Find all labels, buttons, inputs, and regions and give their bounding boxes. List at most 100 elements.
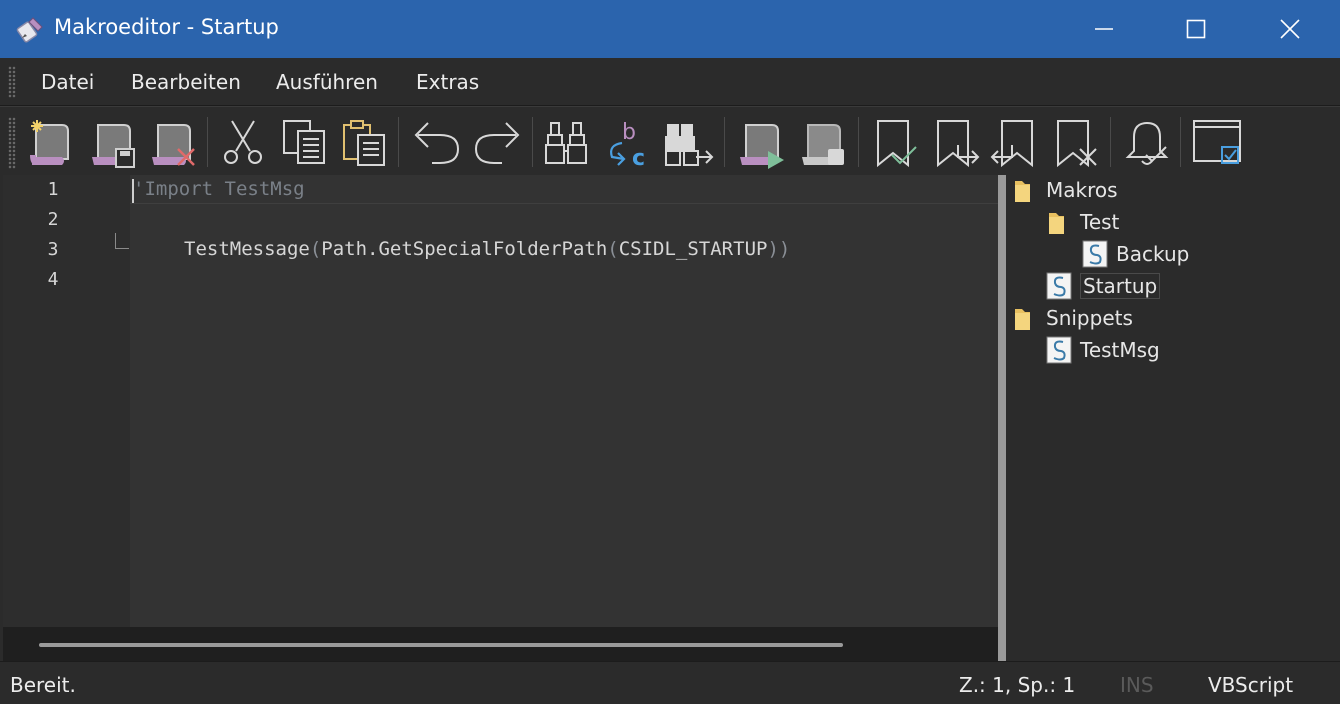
status-cursor-position: Z.: 1, Sp.: 1	[959, 673, 1076, 697]
redo-icon	[474, 122, 520, 164]
menu-bearbeiten[interactable]: Bearbeiten	[131, 70, 241, 94]
options-icon	[1193, 120, 1241, 164]
paste-icon	[343, 120, 385, 166]
script-icon	[1046, 336, 1072, 364]
maximize-button[interactable]	[1150, 0, 1242, 58]
copy-icon	[283, 120, 325, 164]
tree-node-label: Backup	[1116, 242, 1190, 266]
menu-grip[interactable]	[8, 66, 16, 98]
tree-node-label: Startup	[1080, 273, 1161, 299]
find-button[interactable]	[540, 115, 594, 169]
panel-splitter[interactable]	[998, 175, 1006, 661]
fold-marker[interactable]	[115, 233, 129, 249]
horizontal-scrollbar[interactable]	[3, 627, 998, 661]
stop-macro-icon	[802, 124, 844, 165]
toolbar-separator	[1110, 117, 1111, 167]
menu-extras[interactable]: Extras	[416, 70, 479, 94]
tree-node-label: TestMsg	[1080, 338, 1160, 362]
svg-text:b: b	[622, 120, 636, 145]
maximize-icon	[1186, 19, 1206, 39]
script-icon	[1046, 272, 1072, 300]
save-macro-button[interactable]	[86, 115, 140, 169]
code-line-3[interactable]: TestMessage(Path.GetSpecialFolderPath(CS…	[184, 238, 790, 260]
bookmark-next-icon	[937, 120, 980, 168]
script-icon	[1082, 240, 1108, 268]
tree-node-makros[interactable]: Makros	[1012, 175, 1118, 205]
folder-icon	[1049, 213, 1064, 234]
tree-node-test[interactable]: Test	[1046, 207, 1119, 237]
status-language[interactable]: VBScript	[1208, 673, 1293, 697]
window-title: Makroeditor - Startup	[54, 15, 279, 39]
find-next-button[interactable]	[662, 115, 716, 169]
redo-button[interactable]	[470, 115, 524, 169]
code-argument: Path.GetSpecialFolderPath	[321, 238, 608, 260]
tree-node-startup[interactable]: Startup	[1046, 271, 1161, 301]
replace-icon: b c	[610, 120, 645, 169]
toolbar-separator	[532, 117, 533, 167]
minimize-button[interactable]	[1058, 0, 1150, 58]
code-function: TestMessage	[184, 238, 310, 260]
toolbar-separator	[724, 117, 725, 167]
bookmark-clear-icon	[1057, 120, 1097, 168]
close-button[interactable]	[1244, 0, 1336, 58]
line-number: 1	[47, 179, 59, 200]
notification-button[interactable]	[1120, 115, 1174, 169]
save-macro-icon	[92, 124, 135, 168]
title-bar: Makroeditor - Startup	[0, 0, 1340, 58]
line-number: 2	[47, 209, 59, 230]
line-number: 3	[47, 239, 59, 260]
copy-button[interactable]	[278, 115, 332, 169]
run-macro-icon	[740, 124, 784, 169]
run-macro-button[interactable]	[734, 115, 788, 169]
svg-text:c: c	[632, 146, 645, 169]
new-macro-button[interactable]	[24, 115, 78, 169]
stop-macro-button[interactable]	[796, 115, 850, 169]
tree-node-label: Makros	[1046, 178, 1118, 202]
code-comment: 'Import TestMsg	[133, 178, 305, 200]
cut-button[interactable]	[216, 115, 270, 169]
code-constant: CSIDL_STARTUP	[618, 238, 768, 260]
bookmark-toggle-button[interactable]	[870, 115, 924, 169]
find-next-icon	[665, 124, 714, 166]
delete-macro-button[interactable]	[146, 115, 200, 169]
line-number-gutter: 1 2 3 4	[3, 175, 130, 627]
menu-ausfuehren[interactable]: Ausführen	[276, 70, 378, 94]
bookmark-previous-icon	[990, 120, 1033, 168]
code-editor[interactable]: 1 2 3 4 'Import TestMsg TestMessage(Path…	[3, 175, 998, 627]
code-line-1[interactable]: 'Import TestMsg	[133, 178, 305, 200]
folder-icon	[1015, 181, 1030, 202]
undo-button[interactable]	[410, 115, 464, 169]
tree-node-snippets[interactable]: Snippets	[1012, 303, 1133, 333]
menu-bar: Datei Bearbeiten Ausführen Extras	[0, 58, 1340, 106]
macro-tree: Makros Test Backup Startup Snippets Test…	[1006, 175, 1340, 661]
status-insert-mode: INS	[1120, 673, 1154, 697]
toolbar-separator	[207, 117, 208, 167]
folder-icon	[1015, 309, 1030, 330]
replace-button[interactable]: b c	[600, 115, 654, 169]
cut-icon	[224, 120, 262, 164]
scroll-pen-icon[interactable]	[16, 14, 46, 44]
line-number: 4	[47, 269, 59, 290]
tree-node-testmsg[interactable]: TestMsg	[1046, 335, 1160, 365]
toolbar-separator	[858, 117, 859, 167]
delete-macro-icon	[152, 124, 195, 166]
options-button[interactable]	[1190, 115, 1244, 169]
menu-datei[interactable]: Datei	[41, 70, 94, 94]
find-icon	[545, 122, 587, 164]
bookmark-next-button[interactable]	[930, 115, 984, 169]
bookmark-toggle-icon	[877, 120, 917, 168]
code-paren: (	[309, 238, 322, 260]
toolbar-grip[interactable]	[8, 117, 16, 169]
toolbar: b c	[0, 106, 1340, 174]
status-bar: Bereit. Z.: 1, Sp.: 1 INS VBScript	[0, 661, 1340, 704]
notification-icon	[1125, 121, 1169, 165]
tree-node-label: Snippets	[1046, 306, 1133, 330]
toolbar-separator	[398, 117, 399, 167]
bookmark-clear-button[interactable]	[1050, 115, 1104, 169]
scrollbar-thumb[interactable]	[39, 643, 843, 647]
code-paren: (	[607, 238, 619, 260]
new-macro-icon	[30, 120, 69, 165]
paste-button[interactable]	[338, 115, 392, 169]
bookmark-previous-button[interactable]	[986, 115, 1040, 169]
tree-node-backup[interactable]: Backup	[1082, 239, 1189, 269]
